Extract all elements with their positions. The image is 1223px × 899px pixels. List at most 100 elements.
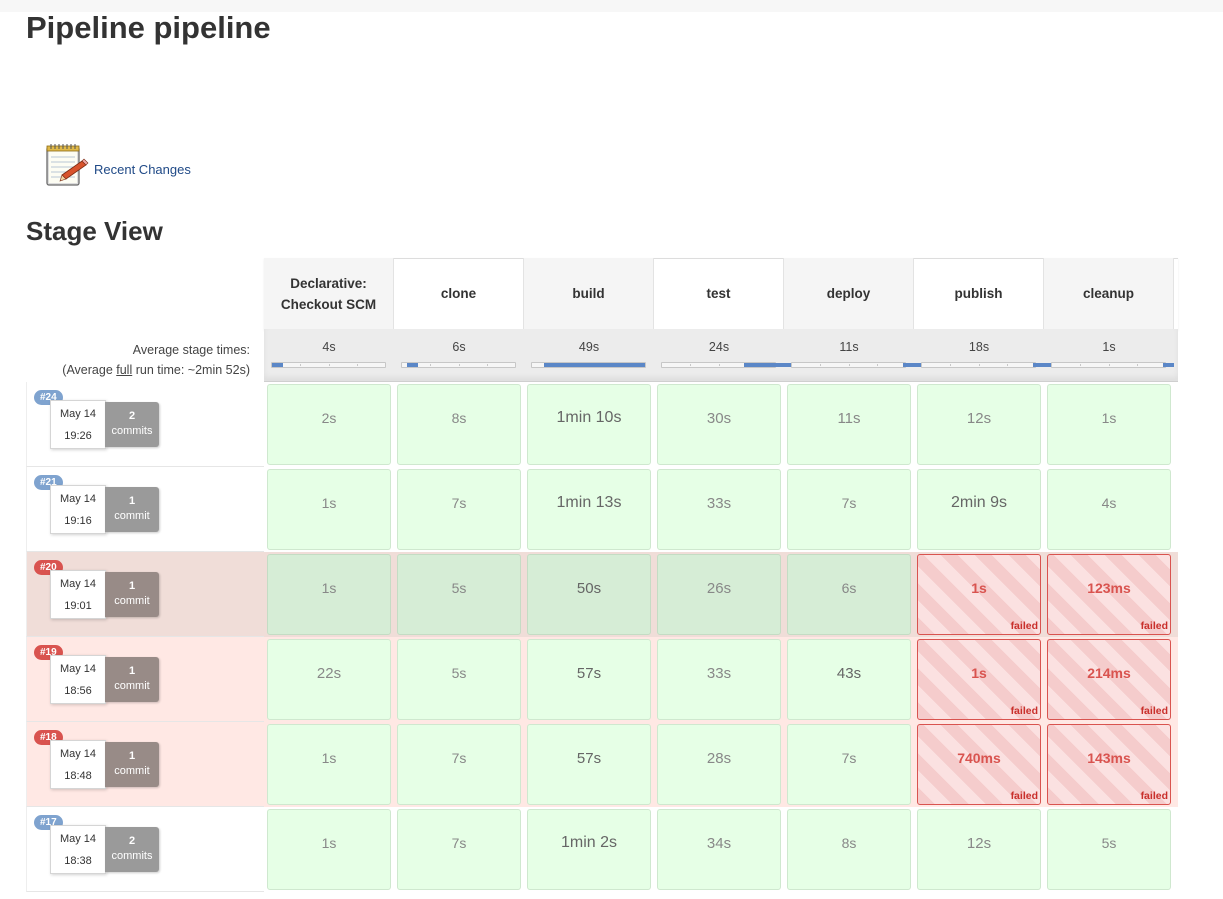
stage-duration: 1s bbox=[1101, 410, 1117, 426]
stage-duration: 5s bbox=[451, 665, 467, 681]
avg-progress-bar-4 bbox=[661, 362, 795, 368]
stage-cell-20-4[interactable]: 26s bbox=[657, 554, 781, 635]
stage-cell-21-3[interactable]: 1min 13s bbox=[527, 469, 651, 550]
stage-cell-24-3[interactable]: 1min 10s bbox=[527, 384, 651, 465]
avg-full-suffix: run time: ~2min 52s) bbox=[132, 363, 250, 377]
recent-changes-link-group[interactable]: Recent Changes bbox=[42, 141, 191, 189]
stage-cell-20-1[interactable]: 1s bbox=[267, 554, 391, 635]
run-info-17[interactable]: #17 May 14 18:38 2 commits bbox=[26, 807, 264, 892]
bar-tick bbox=[1109, 364, 1110, 366]
stage-cell-17-6[interactable]: 12s bbox=[917, 809, 1041, 890]
stage-header-7: cleanup bbox=[1044, 258, 1174, 329]
avg-cell-1: 4s bbox=[264, 329, 394, 381]
stage-cell-19-6[interactable]: 1s failed bbox=[917, 639, 1041, 720]
bar-tick bbox=[877, 364, 878, 366]
stage-duration: 7s bbox=[841, 750, 857, 766]
stage-header-3: build bbox=[524, 258, 654, 329]
stage-duration: 57s bbox=[576, 749, 602, 767]
stage-duration: 11s bbox=[837, 409, 861, 427]
stage-cell-17-5[interactable]: 8s bbox=[787, 809, 911, 890]
stage-duration: 8s bbox=[841, 835, 857, 851]
stage-cell-18-3[interactable]: 57s bbox=[527, 724, 651, 805]
commit-label: commits bbox=[111, 850, 153, 862]
stage-cell-18-1[interactable]: 1s bbox=[267, 724, 391, 805]
build-time: 18:56 bbox=[64, 685, 92, 697]
stage-cell-18-6[interactable]: 740ms failed bbox=[917, 724, 1041, 805]
stage-cell-19-3[interactable]: 57s bbox=[527, 639, 651, 720]
stage-duration: 7s bbox=[841, 495, 857, 511]
recent-changes-link[interactable]: Recent Changes bbox=[94, 162, 191, 177]
stage-cell-17-2[interactable]: 7s bbox=[397, 809, 521, 890]
stage-cell-21-7[interactable]: 4s bbox=[1047, 469, 1171, 550]
commits-badge[interactable]: 2 commits bbox=[105, 402, 159, 447]
commit-label: commit bbox=[114, 765, 150, 777]
stage-cell-24-2[interactable]: 8s bbox=[397, 384, 521, 465]
build-date: May 14 bbox=[59, 578, 97, 590]
run-info-20[interactable]: #20 May 14 19:01 1 commit bbox=[26, 552, 264, 637]
avg-progress-bar-2 bbox=[401, 362, 516, 368]
stage-cell-20-7[interactable]: 123ms failed bbox=[1047, 554, 1171, 635]
stage-cell-19-5[interactable]: 43s bbox=[787, 639, 911, 720]
stage-cell-17-4[interactable]: 34s bbox=[657, 809, 781, 890]
avg-time-3: 49s bbox=[578, 340, 600, 354]
stage-duration: 7s bbox=[451, 495, 467, 511]
avg-time-1: 4s bbox=[322, 340, 336, 354]
avg-cell-6: 18s bbox=[914, 329, 1069, 381]
stage-duration: 6s bbox=[841, 580, 857, 596]
stage-cell-18-7[interactable]: 143ms failed bbox=[1047, 724, 1171, 805]
bar-tick bbox=[1007, 364, 1008, 366]
stage-cell-18-5[interactable]: 7s bbox=[787, 724, 911, 805]
commits-badge[interactable]: 1 commit bbox=[105, 572, 159, 617]
stage-cell-24-1[interactable]: 2s bbox=[267, 384, 391, 465]
run-info-18[interactable]: #18 May 14 18:48 1 commit bbox=[26, 722, 264, 807]
build-time: 18:38 bbox=[64, 855, 92, 867]
stage-cell-21-6[interactable]: 2min 9s bbox=[917, 469, 1041, 550]
stage-cell-19-7[interactable]: 214ms failed bbox=[1047, 639, 1171, 720]
stage-cell-19-1[interactable]: 22s bbox=[267, 639, 391, 720]
stage-duration: 1s bbox=[321, 580, 337, 596]
stage-cell-21-4[interactable]: 33s bbox=[657, 469, 781, 550]
commits-badge[interactable]: 1 commit bbox=[105, 487, 159, 532]
run-info-19[interactable]: #19 May 14 18:56 1 commit bbox=[26, 637, 264, 722]
stage-cell-20-5[interactable]: 6s bbox=[787, 554, 911, 635]
stage-cell-24-7[interactable]: 1s bbox=[1047, 384, 1171, 465]
stage-duration: 7s bbox=[451, 835, 467, 851]
commits-badge[interactable]: 1 commit bbox=[105, 657, 159, 702]
stage-cell-20-6[interactable]: 1s failed bbox=[917, 554, 1041, 635]
stage-duration: 50s bbox=[576, 579, 602, 597]
stage-duration: 5s bbox=[1101, 835, 1117, 851]
run-info-24[interactable]: #24 May 14 19:26 2 commits bbox=[26, 382, 264, 467]
stage-duration: 4s bbox=[1101, 495, 1117, 511]
avg-progress-fill-3 bbox=[544, 363, 645, 367]
stage-cell-17-1[interactable]: 1s bbox=[267, 809, 391, 890]
commits-badge[interactable]: 1 commit bbox=[105, 742, 159, 787]
stage-cell-17-3[interactable]: 1min 2s bbox=[527, 809, 651, 890]
bar-tick bbox=[459, 364, 460, 366]
stage-cell-21-2[interactable]: 7s bbox=[397, 469, 521, 550]
bar-tick bbox=[950, 364, 951, 366]
stage-cell-17-7[interactable]: 5s bbox=[1047, 809, 1171, 890]
run-info-21[interactable]: #21 May 14 19:16 1 commit bbox=[26, 467, 264, 552]
bar-tick bbox=[849, 364, 850, 366]
bar-tick bbox=[430, 364, 431, 366]
stage-cell-20-2[interactable]: 5s bbox=[397, 554, 521, 635]
stage-cell-18-2[interactable]: 7s bbox=[397, 724, 521, 805]
stage-cell-21-5[interactable]: 7s bbox=[787, 469, 911, 550]
stage-cell-19-4[interactable]: 33s bbox=[657, 639, 781, 720]
avg-full-link[interactable]: full bbox=[116, 363, 132, 377]
stage-cell-21-1[interactable]: 1s bbox=[267, 469, 391, 550]
bar-tick bbox=[357, 364, 358, 366]
stage-cell-20-3[interactable]: 50s bbox=[527, 554, 651, 635]
stage-cell-18-4[interactable]: 28s bbox=[657, 724, 781, 805]
page-title: Pipeline pipeline bbox=[26, 10, 271, 45]
stage-cell-24-4[interactable]: 30s bbox=[657, 384, 781, 465]
failed-label: failed bbox=[1140, 790, 1168, 802]
stage-duration: 28s bbox=[706, 749, 732, 767]
stage-duration: 22s bbox=[316, 664, 342, 682]
stage-duration: 1s bbox=[321, 750, 337, 766]
stage-cell-24-5[interactable]: 11s bbox=[787, 384, 911, 465]
stage-cell-24-6[interactable]: 12s bbox=[917, 384, 1041, 465]
commits-badge[interactable]: 2 commits bbox=[105, 827, 159, 872]
stage-cell-19-2[interactable]: 5s bbox=[397, 639, 521, 720]
stage-duration: 1s bbox=[321, 495, 337, 511]
